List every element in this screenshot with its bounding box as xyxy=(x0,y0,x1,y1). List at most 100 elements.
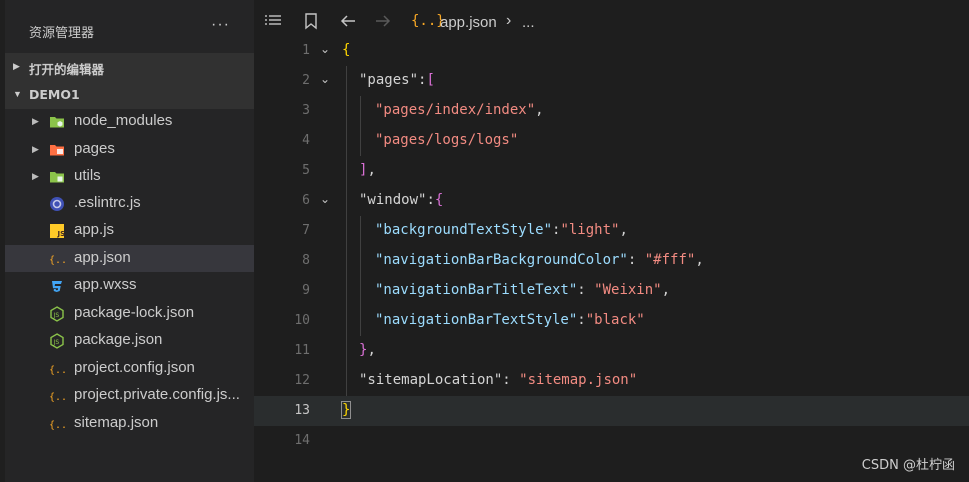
more-actions-icon[interactable]: ··· xyxy=(211,16,230,34)
line-number: 2 xyxy=(302,73,310,88)
line-number: 4 xyxy=(302,133,310,148)
chevron-right-icon: ▶ xyxy=(32,144,39,154)
code-line[interactable]: 4 "pages/logs/logs" xyxy=(254,126,969,156)
line-number: 3 xyxy=(302,103,310,118)
code-text: ], xyxy=(359,162,376,178)
watermark: CSDN @杜柠函 xyxy=(861,458,955,473)
chevron-right-icon: ▶ xyxy=(13,61,20,71)
list-icon[interactable] xyxy=(264,12,282,30)
code-line[interactable]: 5 ], xyxy=(254,156,969,186)
tree-item-label: package.json xyxy=(74,331,163,348)
code-text: "navigationBarTextStyle":"black" xyxy=(375,312,645,328)
chevron-right-icon: › xyxy=(506,12,512,29)
code-text: "navigationBarBackgroundColor": "#fff", xyxy=(375,252,704,268)
arrow-right-icon[interactable] xyxy=(374,12,392,30)
css-file-icon xyxy=(52,281,62,292)
svg-text:{..}: {..} xyxy=(49,365,65,376)
chevron-down-icon: ▼ xyxy=(13,89,22,99)
code-line[interactable]: 2 ⌄ "pages":[ xyxy=(254,66,969,96)
tree-item-pages[interactable]: ▶ pages xyxy=(5,136,254,163)
tree-item-node-modules[interactable]: ▶ node_modules xyxy=(5,108,254,135)
tree-item-utils[interactable]: ▶ utils xyxy=(5,163,254,190)
line-number: 8 xyxy=(302,253,310,268)
tree-item-label: utils xyxy=(74,167,101,184)
folder-node-icon xyxy=(50,117,64,128)
tree-item-label: package-lock.json xyxy=(74,304,195,321)
svg-text:JS: JS xyxy=(57,230,66,238)
svg-text:JS: JS xyxy=(53,312,60,319)
code-text: "backgroundTextStyle":"light", xyxy=(375,222,628,238)
tree-item-sitemap[interactable]: {..} sitemap.json xyxy=(5,410,254,437)
folder-utils-icon xyxy=(50,172,64,183)
tree-item-package-lock[interactable]: JS package-lock.json xyxy=(5,300,254,327)
tree-item-app-json[interactable]: {..} app.json xyxy=(5,245,254,272)
code-text: } xyxy=(340,401,352,419)
tree-item-label: project.config.json xyxy=(74,359,195,376)
code-text: { xyxy=(342,42,350,58)
json-file-icon: {..} xyxy=(49,392,65,403)
svg-text:JS: JS xyxy=(53,339,60,346)
code-line[interactable]: 9 "navigationBarTitleText": "Weixin", xyxy=(254,276,969,306)
explorer-sidebar: 资源管理器 ··· ▶ 打开的编辑器 ▼ DEMO1 ▶ node_module… xyxy=(5,0,254,482)
line-number: 11 xyxy=(294,343,310,358)
code-line[interactable]: 7 "backgroundTextStyle":"light", xyxy=(254,216,969,246)
code-line-current[interactable]: 13 } xyxy=(254,396,969,426)
explorer-header: 资源管理器 ··· xyxy=(5,0,254,52)
svg-text:{..}: {..} xyxy=(49,255,65,266)
arrow-left-icon[interactable] xyxy=(339,12,357,30)
json-file-icon: {..} xyxy=(49,420,65,431)
tree-item-project-private-config[interactable]: {..} project.private.config.js... xyxy=(5,382,254,409)
line-number: 12 xyxy=(294,373,310,388)
tree-item-label: app.wxss xyxy=(74,276,137,293)
code-line[interactable]: 14 xyxy=(254,426,969,456)
tree-item-app-js[interactable]: JS app.js xyxy=(5,217,254,244)
code-text: "pages":[ xyxy=(359,72,435,88)
fold-chevron-down-icon[interactable]: ⌄ xyxy=(320,42,330,56)
open-editors-label: 打开的编辑器 xyxy=(29,62,105,77)
svg-text:{..}: {..} xyxy=(49,420,65,431)
code-editor[interactable]: {..} app.json › ... 1 ⌄ { 2 ⌄ "pages":[ … xyxy=(254,0,969,482)
editor-toolbar: {..} app.json › ... xyxy=(254,0,969,40)
code-line[interactable]: 1 ⌄ { xyxy=(254,36,969,66)
tree-item-label: sitemap.json xyxy=(74,414,159,431)
code-line[interactable]: 12 "sitemapLocation": "sitemap.json" xyxy=(254,366,969,396)
code-line[interactable]: 6 ⌄ "window":{ xyxy=(254,186,969,216)
code-text: "navigationBarTitleText": "Weixin", xyxy=(375,282,671,298)
fold-chevron-down-icon[interactable]: ⌄ xyxy=(320,192,330,206)
tree-item-package-json[interactable]: JS package.json xyxy=(5,327,254,354)
breadcrumb-file[interactable]: app.json xyxy=(440,14,497,31)
open-editors-section[interactable]: ▶ 打开的编辑器 xyxy=(5,53,254,81)
tree-item-app-wxss[interactable]: app.wxss xyxy=(5,272,254,299)
line-number: 10 xyxy=(294,313,310,328)
explorer-title: 资源管理器 xyxy=(29,26,95,41)
fold-chevron-down-icon[interactable]: ⌄ xyxy=(320,72,330,86)
bookmark-icon[interactable] xyxy=(302,12,320,30)
tree-item-project-config[interactable]: {..} project.config.json xyxy=(5,355,254,382)
brace-open: { xyxy=(342,42,351,58)
code-line[interactable]: 10 "navigationBarTextStyle":"black" xyxy=(254,306,969,336)
line-number: 13 xyxy=(294,403,310,418)
tree-item-label: app.js xyxy=(74,221,115,238)
breadcrumb-more[interactable]: ... xyxy=(522,14,535,31)
js-file-icon: JS xyxy=(50,224,66,238)
code-text: }, xyxy=(359,342,376,358)
code-line[interactable]: 8 "navigationBarBackgroundColor": "#fff"… xyxy=(254,246,969,276)
code-line[interactable]: 11 }, xyxy=(254,336,969,366)
tree-item-eslintrc[interactable]: .eslintrc.js xyxy=(5,190,254,217)
code-line[interactable]: 3 "pages/index/index", xyxy=(254,96,969,126)
tree-item-label: .eslintrc.js xyxy=(74,194,141,211)
tree-item-label: node_modules xyxy=(74,112,173,129)
project-section[interactable]: ▼ DEMO1 xyxy=(5,81,254,109)
code-text: "window":{ xyxy=(359,192,444,208)
chevron-right-icon: ▶ xyxy=(32,171,39,181)
project-label: DEMO1 xyxy=(29,87,80,102)
chevron-right-icon: ▶ xyxy=(32,116,39,126)
line-number: 7 xyxy=(302,223,310,238)
json-file-icon: {..} xyxy=(49,365,65,376)
tree-item-label: app.json xyxy=(74,249,131,266)
code-text: "pages/logs/logs" xyxy=(375,132,519,148)
line-number: 1 xyxy=(302,43,310,58)
tree-item-label: project.private.config.js... xyxy=(74,386,240,403)
brace-close: } xyxy=(340,401,352,419)
line-number: 9 xyxy=(302,283,310,298)
